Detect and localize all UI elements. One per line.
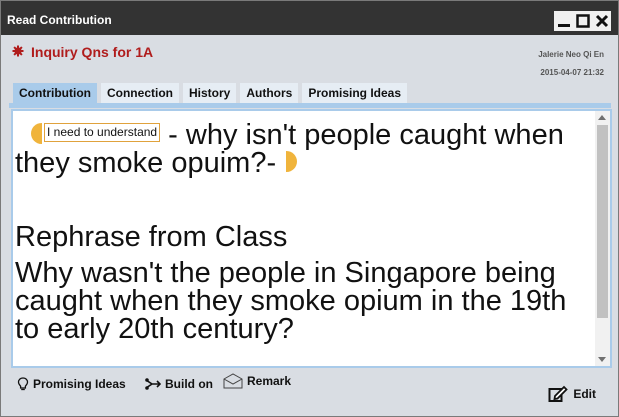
tab-bar: Contribution Connection History Authors … xyxy=(13,83,411,103)
maximize-icon[interactable] xyxy=(573,11,592,31)
gear-icon xyxy=(12,45,24,57)
footer-actions: Promising Ideas Build on Remark Edit xyxy=(1,369,618,416)
remark-button[interactable]: Remark xyxy=(223,373,291,389)
tab-promising-ideas[interactable]: Promising Ideas xyxy=(302,83,408,103)
edit-button[interactable]: Edit xyxy=(548,385,596,403)
rephrase-heading: Rephrase from Class xyxy=(15,221,288,253)
remark-label: Remark xyxy=(247,374,292,388)
build-on-button[interactable]: Build on xyxy=(145,377,213,391)
window-controls xyxy=(554,11,611,31)
author-name: Jalerie Neo Qi En xyxy=(538,50,604,59)
scrollbar-thumb[interactable] xyxy=(597,125,608,318)
scaffold-end-icon xyxy=(286,150,298,172)
contribution-date: 2015-04-07 21:32 xyxy=(540,68,604,77)
scaffold-tag[interactable]: I need to understand xyxy=(44,122,161,142)
rephrased-question: Why wasn't the people in Singapore being… xyxy=(15,257,567,345)
envelope-icon xyxy=(223,373,243,389)
lightbulb-icon xyxy=(17,377,29,391)
contribution-header: Inquiry Qns for 1A Jalerie Neo Qi En 201… xyxy=(1,35,618,85)
close-icon[interactable] xyxy=(592,11,611,31)
tab-connection[interactable]: Connection xyxy=(100,83,179,103)
tab-authors[interactable]: Authors xyxy=(240,83,299,103)
contribution-title: Inquiry Qns for 1A xyxy=(31,44,154,60)
window-title: Read Contribution xyxy=(7,13,112,27)
edit-label: Edit xyxy=(573,387,596,401)
minimize-icon[interactable] xyxy=(554,11,573,31)
build-on-icon xyxy=(145,378,161,390)
promising-ideas-label: Promising Ideas xyxy=(33,377,126,391)
read-contribution-window: Read Contribution Inquiry Qns for 1A Jal… xyxy=(0,0,619,417)
title-bar[interactable]: Read Contribution xyxy=(1,1,618,35)
tab-history[interactable]: History xyxy=(182,83,237,103)
scaffolded-line: I need to understand - why isn't people … xyxy=(15,121,597,178)
scroll-down-icon[interactable] xyxy=(598,357,606,362)
contribution-text: I need to understand - why isn't people … xyxy=(15,121,597,345)
tab-underline xyxy=(9,103,611,108)
build-on-label: Build on xyxy=(165,377,213,391)
tab-contribution[interactable]: Contribution xyxy=(13,83,97,103)
contribution-body[interactable]: I need to understand - why isn't people … xyxy=(11,109,612,368)
vertical-scrollbar[interactable] xyxy=(595,111,610,366)
scroll-up-icon[interactable] xyxy=(598,115,606,120)
edit-icon xyxy=(548,385,569,402)
promising-ideas-button[interactable]: Promising Ideas xyxy=(17,377,126,391)
scaffold-start-icon xyxy=(31,122,42,144)
